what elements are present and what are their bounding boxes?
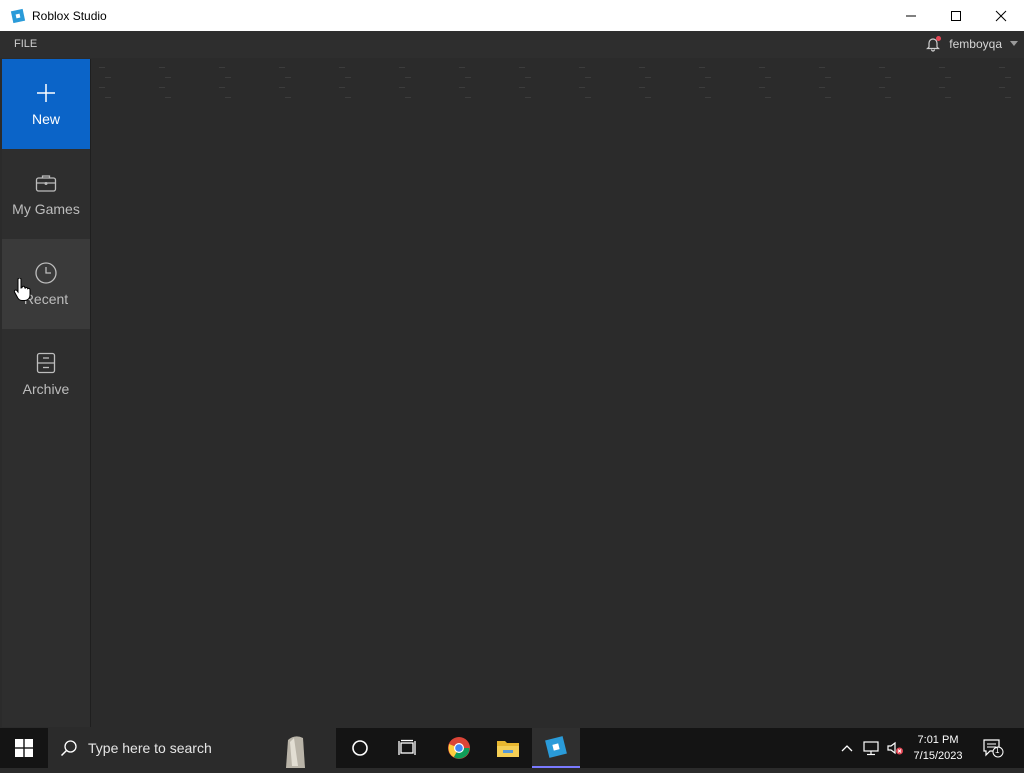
network-icon[interactable] (862, 739, 880, 757)
taskbar-clock[interactable]: 7:01 PM 7/15/2023 (906, 732, 970, 764)
placeholder-dash (699, 87, 705, 88)
placeholder-dash (339, 87, 345, 88)
placeholder-dash (99, 87, 105, 88)
placeholder-dash (525, 97, 531, 98)
placeholder-dash (939, 87, 945, 88)
placeholder-dash (465, 77, 471, 78)
placeholder-dash (579, 67, 585, 68)
placeholder-dash (105, 97, 111, 98)
placeholder-dash (645, 77, 651, 78)
placeholder-dash (459, 87, 465, 88)
placeholder-dash (945, 77, 951, 78)
plus-icon (34, 81, 58, 105)
archive-icon (34, 351, 58, 375)
placeholder-dash (1005, 97, 1011, 98)
sidebar-item-label: Archive (22, 381, 70, 397)
close-button[interactable] (978, 0, 1024, 31)
chevron-up-icon[interactable] (838, 739, 856, 757)
roblox-studio-icon (10, 8, 26, 24)
sidebar-item-label: New (31, 111, 60, 127)
clock-date: 7/15/2023 (913, 750, 963, 762)
placeholder-dash (705, 97, 711, 98)
placeholder-dash (825, 97, 831, 98)
placeholder-dash (825, 77, 831, 78)
placeholder-dash (399, 67, 405, 68)
placeholder-dash (819, 87, 825, 88)
sidebar-item-new[interactable]: New (2, 59, 90, 149)
placeholder-dash (405, 97, 411, 98)
placeholder-dash (285, 97, 291, 98)
placeholder-dash (345, 77, 351, 78)
taskbar: Type here to search 7:01 PM 7/15/2023 1 (0, 728, 1024, 768)
clock-icon (34, 261, 58, 285)
title-bar: Roblox Studio (0, 0, 1024, 31)
placeholder-dash (579, 87, 585, 88)
file-menu[interactable]: FILE (14, 38, 37, 50)
chevron-down-icon (1010, 38, 1018, 50)
placeholder-dash (879, 67, 885, 68)
placeholder-dash (639, 67, 645, 68)
briefcase-icon (34, 171, 58, 195)
placeholder-dash (405, 77, 411, 78)
placeholder-dash (759, 67, 765, 68)
placeholder-dash (885, 97, 891, 98)
sidebar-item-my-games[interactable]: My Games (2, 149, 90, 239)
placeholder-dash (279, 87, 285, 88)
placeholder-dash (285, 77, 291, 78)
placeholder-dash (765, 77, 771, 78)
sidebar: New My Games Recent Archive (2, 59, 91, 727)
hand-cursor-icon (13, 277, 31, 302)
volume-muted-icon[interactable] (886, 739, 904, 757)
placeholder-dash (219, 67, 225, 68)
placeholder-dash (225, 77, 231, 78)
placeholder-dash (459, 67, 465, 68)
maximize-button[interactable] (933, 0, 979, 31)
minimize-button[interactable] (888, 0, 934, 31)
notification-bell-icon[interactable] (925, 36, 942, 52)
placeholder-dash (525, 77, 531, 78)
sidebar-item-label: My Games (12, 201, 80, 217)
placeholder-dash (99, 67, 105, 68)
placeholder-dash (159, 67, 165, 68)
placeholder-dash (939, 67, 945, 68)
placeholder-dash (105, 77, 111, 78)
placeholder-dash (339, 67, 345, 68)
placeholder-dash (879, 87, 885, 88)
placeholder-dash (279, 67, 285, 68)
placeholder-dash (1005, 77, 1011, 78)
placeholder-dash (159, 87, 165, 88)
placeholder-dash (885, 77, 891, 78)
placeholder-dash (225, 97, 231, 98)
content-area (91, 59, 1024, 727)
placeholder-dash (519, 87, 525, 88)
placeholder-dash (585, 97, 591, 98)
placeholder-dash (999, 67, 1005, 68)
notification-center-icon[interactable]: 1 (982, 739, 1004, 758)
system-tray: 7:01 PM 7/15/2023 1 (0, 728, 1024, 768)
sidebar-item-archive[interactable]: Archive (2, 329, 90, 419)
placeholder-dash (585, 77, 591, 78)
clock-time: 7:01 PM (917, 734, 959, 746)
placeholder-dash (759, 87, 765, 88)
placeholder-dash (999, 87, 1005, 88)
placeholder-dash (645, 97, 651, 98)
username-label: femboyqa (949, 37, 1002, 51)
placeholder-dash (699, 67, 705, 68)
placeholder-dash (219, 87, 225, 88)
user-menu[interactable]: femboyqa (925, 36, 1018, 52)
placeholder-dash (465, 97, 471, 98)
notification-count: 1 (995, 746, 1000, 755)
placeholder-dash (639, 87, 645, 88)
placeholder-dash (519, 67, 525, 68)
window-title: Roblox Studio (32, 8, 107, 23)
placeholder-dash (345, 97, 351, 98)
menu-bar: FILE femboyqa (0, 31, 1024, 58)
placeholder-dash (819, 67, 825, 68)
placeholder-dash (945, 97, 951, 98)
placeholder-dash (399, 87, 405, 88)
placeholder-dash (765, 97, 771, 98)
placeholder-dash (165, 97, 171, 98)
placeholder-dash (165, 77, 171, 78)
placeholder-dash (705, 77, 711, 78)
